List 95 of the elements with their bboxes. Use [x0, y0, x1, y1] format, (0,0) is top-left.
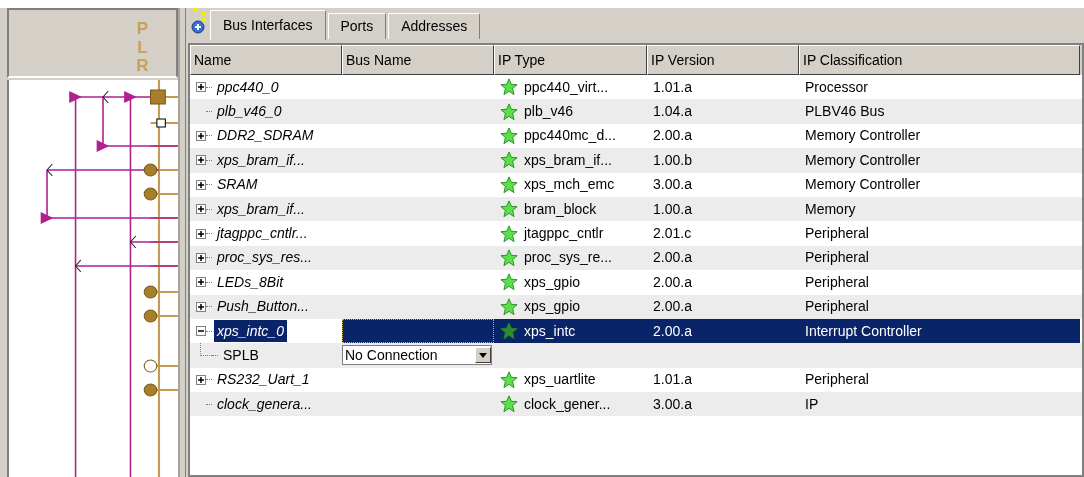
- instance-name: DDR2_SDRAM: [216, 126, 315, 146]
- expand-icon[interactable]: [196, 374, 206, 385]
- ip-type: xps_gpio: [524, 272, 581, 292]
- instance-name: SPLB: [222, 346, 260, 365]
- column-header[interactable]: IP Version: [647, 45, 799, 75]
- expand-icon[interactable]: [196, 204, 206, 215]
- ip-type: xps_bram_if...: [524, 150, 612, 170]
- ip-classification: Peripheral: [805, 249, 869, 266]
- ip-version: 1.01.a: [653, 78, 692, 95]
- ip-type: xps_intc: [524, 321, 576, 341]
- star-icon: [500, 102, 518, 121]
- tab[interactable]: Addresses: [388, 13, 481, 39]
- expand-icon[interactable]: [196, 179, 206, 190]
- ip-classification: IP: [805, 395, 819, 412]
- ip-type: plb_v46: [524, 102, 574, 122]
- instance-name: proc_sys_res...: [215, 248, 313, 268]
- column-header[interactable]: Bus Name: [342, 45, 494, 75]
- expand-icon[interactable]: [196, 301, 206, 312]
- add-bus-icon[interactable]: [190, 8, 208, 34]
- table-row[interactable]: proc_sys_res... proc_sys_re... 2.00.a Peripheral: [190, 245, 1082, 271]
- star-icon: [500, 370, 518, 389]
- ip-type: ppc440_virt...: [524, 77, 609, 97]
- ip-type: bram_block: [524, 199, 597, 219]
- table-row[interactable]: clock_genera... clock_gener... 3.00.a IP: [190, 392, 1082, 417]
- ip-version: 3.00.a: [653, 395, 692, 412]
- table-row[interactable]: SPLB No Connection: [190, 343, 1082, 368]
- ip-classification: Peripheral: [805, 298, 869, 315]
- ip-classification: Memory: [805, 200, 856, 217]
- instance-name: RS232_Uart_1: [216, 370, 311, 390]
- expand-icon[interactable]: [196, 82, 206, 93]
- column-header[interactable]: IP Classification: [799, 45, 1080, 75]
- collapse-icon[interactable]: [196, 326, 206, 337]
- star-icon: [500, 151, 518, 170]
- ip-type: jtagppc_cntlr: [524, 224, 604, 244]
- ip-type: clock_gener...: [524, 394, 611, 414]
- ip-classification: PLBV46 Bus: [805, 103, 885, 120]
- tab[interactable]: Bus Interfaces: [210, 10, 326, 40]
- ip-classification: Processor: [805, 78, 869, 95]
- ip-type: xps_mch_emc: [524, 175, 615, 195]
- star-icon: [500, 395, 518, 414]
- ip-type: ppc440mc_d...: [524, 126, 616, 146]
- star-icon: [500, 322, 518, 341]
- expand-icon[interactable]: [196, 252, 206, 263]
- star-icon: [500, 200, 518, 219]
- ip-classification: Peripheral: [805, 273, 869, 290]
- table-row[interactable]: xps_bram_if... xps_bram_if... 1.00.b Memory Controller: [190, 148, 1082, 173]
- table-row[interactable]: Push_Button... xps_gpio 2.00.a Peripheral: [190, 294, 1082, 319]
- ip-version: 2.00.a: [653, 249, 692, 266]
- table-row[interactable]: plb_v46_0 plb_v46 1.04.a PLBV46 Bus: [190, 99, 1082, 124]
- star-icon: [500, 78, 518, 97]
- ip-classification: Memory Controller: [805, 151, 921, 168]
- star-icon: [500, 126, 518, 145]
- ip-classification: Interrupt Controller: [805, 322, 922, 339]
- ip-version: 2.01.c: [653, 225, 692, 242]
- instance-name: jtagppc_cntlr...: [214, 224, 309, 244]
- instance-name: xps_intc_0: [214, 320, 287, 343]
- expand-icon[interactable]: [196, 130, 206, 141]
- instance-name: plb_v46_0: [215, 102, 283, 122]
- ip-classification: Memory Controller: [805, 176, 921, 193]
- ip-version: 1.00.a: [653, 200, 692, 217]
- ip-type: proc_sys_re...: [524, 248, 612, 268]
- table-row[interactable]: xps_bram_if... bram_block 1.00.a Memory: [190, 196, 1082, 222]
- ip-version: 1.00.b: [653, 151, 692, 168]
- instance-name: LEDs_8Bit: [216, 272, 285, 292]
- instance-name: ppc440_0: [215, 77, 280, 97]
- column-header[interactable]: Name: [190, 45, 342, 75]
- instance-name: Push_Button...: [216, 297, 310, 317]
- instance-name: SRAM: [216, 175, 259, 195]
- expand-icon[interactable]: [196, 155, 206, 166]
- ip-version: 1.04.a: [653, 103, 692, 120]
- ip-version: 2.00.a: [653, 298, 692, 315]
- expand-icon[interactable]: [196, 277, 206, 288]
- ip-version: 2.00.a: [653, 273, 692, 290]
- star-icon: [500, 273, 518, 292]
- instance-name: xps_bram_if...: [215, 150, 306, 170]
- star-icon: [500, 297, 518, 316]
- ip-classification: Peripheral: [805, 225, 869, 242]
- ip-version: 2.00.a: [653, 127, 692, 144]
- ip-type: xps_gpio: [524, 297, 581, 317]
- star-icon: [500, 248, 518, 267]
- star-icon: [500, 224, 518, 243]
- ip-version: 3.00.a: [653, 176, 692, 193]
- ip-version: 2.00.a: [653, 322, 692, 339]
- ip-version: 1.01.a: [653, 371, 692, 388]
- star-icon: [500, 175, 518, 194]
- bus-name-dropdown[interactable]: No Connection: [342, 345, 492, 366]
- ip-type: xps_uartlite: [524, 370, 596, 390]
- ip-classification: Memory Controller: [805, 127, 921, 144]
- tab[interactable]: Ports: [327, 13, 387, 39]
- expand-icon[interactable]: [196, 228, 206, 239]
- ip-classification: Peripheral: [805, 371, 869, 388]
- bus-label: PLR: [135, 18, 150, 76]
- column-header[interactable]: IP Type: [494, 45, 647, 75]
- instance-name: xps_bram_if...: [215, 199, 306, 219]
- instance-name: clock_genera...: [216, 394, 313, 414]
